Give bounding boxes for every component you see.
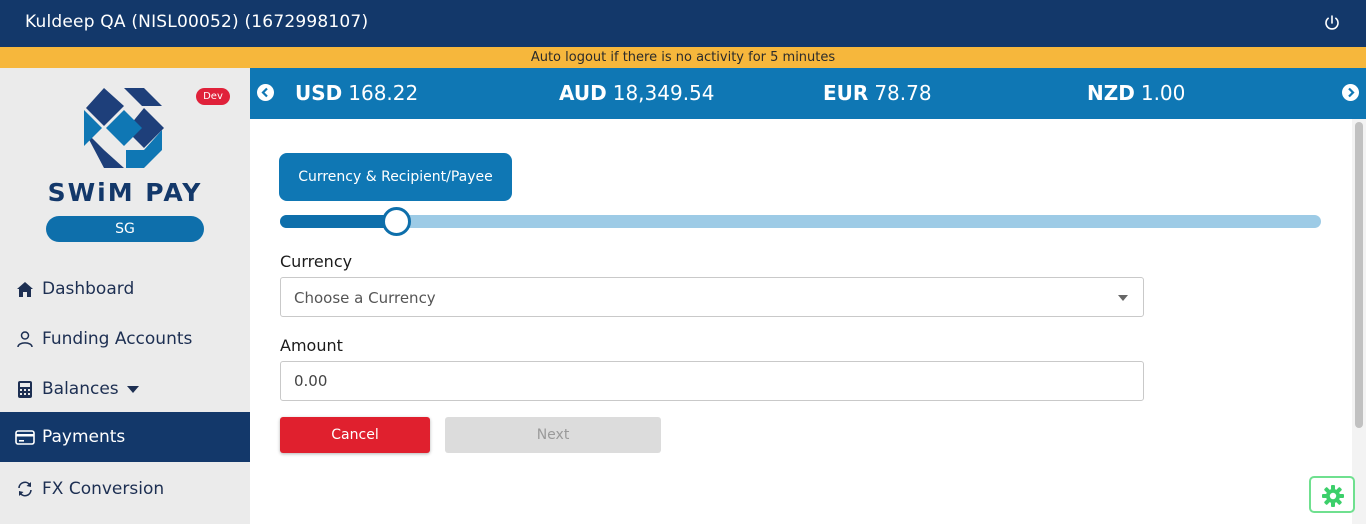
cancel-button[interactable]: Cancel [280, 417, 430, 453]
sidebar-item-payments[interactable]: Payments [0, 412, 250, 462]
user-icon [15, 329, 35, 349]
environment-badge: Dev [196, 88, 230, 105]
rate-aud: AUD 18,349.54 [559, 81, 715, 105]
chevron-right-icon[interactable] [1342, 84, 1359, 101]
sidebar-item-label: Dashboard [42, 279, 135, 299]
rate-nzd: NZD 1.00 [1087, 81, 1186, 105]
rate-eur: EUR 78.78 [823, 81, 932, 105]
currency-placeholder: Choose a Currency [294, 289, 436, 307]
gear-icon [1322, 485, 1344, 507]
chevron-down-icon [1118, 295, 1128, 301]
top-bar: Kuldeep QA (NISL00052) (1672998107) [0, 0, 1366, 47]
power-icon[interactable] [1322, 13, 1342, 33]
sidebar-item-dashboard[interactable]: Dashboard [0, 264, 250, 314]
sidebar-item-fx-conversion[interactable]: FX Conversion [0, 464, 250, 514]
step-tab-currency-recipient[interactable]: Currency & Recipient/Payee [279, 153, 512, 201]
step-progress-track [280, 215, 1321, 228]
sidebar-item-label: FX Conversion [42, 479, 165, 499]
currency-select[interactable]: Choose a Currency [280, 277, 1144, 317]
rate-usd: USD 168.22 [295, 81, 419, 105]
step-progress-fill [280, 215, 397, 228]
sidebar-item-funding-accounts[interactable]: Funding Accounts [0, 314, 250, 364]
amount-label: Amount [280, 336, 343, 355]
user-title: Kuldeep QA (NISL00052) (1672998107) [25, 12, 369, 32]
sidebar-item-label: Funding Accounts [42, 329, 193, 349]
step-progress-knob[interactable] [382, 207, 412, 236]
sidebar-item-label: Payments [42, 427, 126, 447]
currency-ticker: USD 168.22 AUD 18,349.54 EUR 78.78 NZD 1.00 [250, 68, 1366, 119]
next-button[interactable]: Next [445, 417, 661, 453]
sidebar-item-label: Balances [42, 379, 119, 399]
sidebar: Dev SWiM PAY SG Dashboard Funding Accoun… [0, 68, 250, 524]
brand-name: SWiM PAY [47, 178, 203, 207]
settings-button[interactable] [1309, 476, 1355, 513]
calculator-icon [15, 379, 35, 399]
scrollbar-thumb[interactable] [1355, 122, 1363, 428]
swim-pay-logo [82, 88, 166, 168]
region-pill: SG [46, 216, 204, 242]
card-icon [15, 427, 35, 447]
amount-input[interactable] [280, 361, 1144, 401]
refresh-icon [15, 479, 35, 499]
auto-logout-notice: Auto logout if there is no activity for … [0, 47, 1366, 68]
chevron-down-icon [126, 385, 139, 393]
chevron-left-icon[interactable] [257, 84, 274, 101]
home-icon [15, 279, 35, 299]
currency-label: Currency [280, 252, 353, 271]
sidebar-item-balances[interactable]: Balances [0, 364, 250, 414]
